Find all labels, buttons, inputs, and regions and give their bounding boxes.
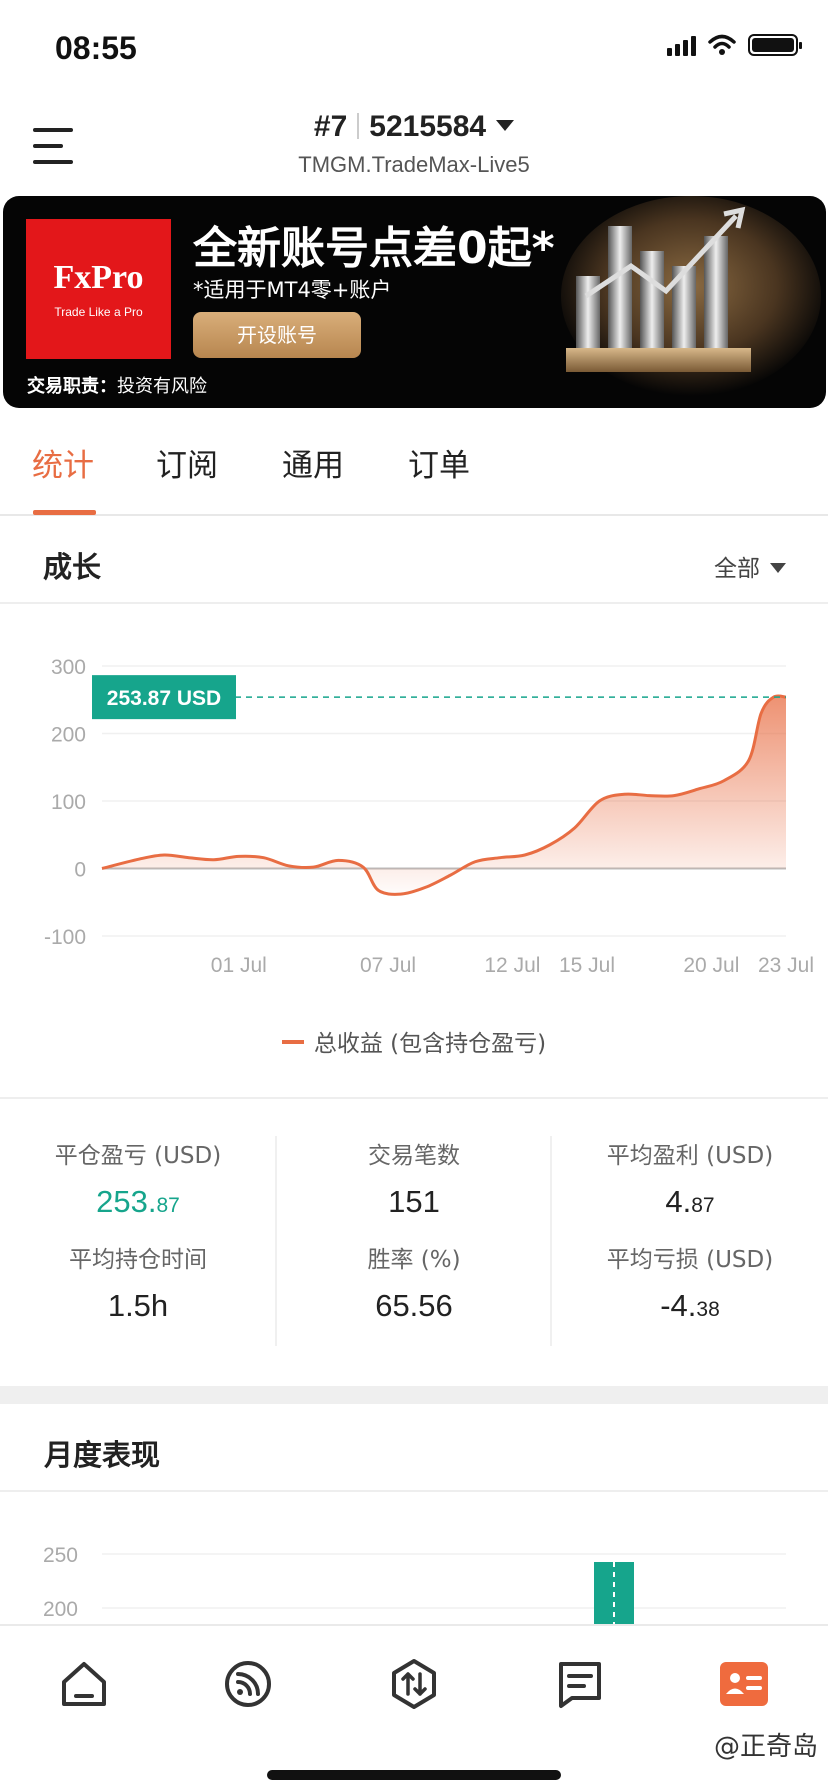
x-tick-label: 15 Jul xyxy=(559,954,615,977)
monthly-section-header: 月度表现 xyxy=(0,1404,828,1492)
x-tick-label: 07 Jul xyxy=(360,954,416,977)
current-value-label: 253.87 USD xyxy=(107,687,221,710)
account-number: 5215584 xyxy=(369,110,487,143)
caret-down-icon xyxy=(496,120,515,131)
y-tick-label: 200 xyxy=(51,724,86,747)
status-icons xyxy=(667,34,802,56)
tab-orders[interactable]: 订单 xyxy=(408,440,470,485)
x-tick-label: 01 Jul xyxy=(211,954,267,977)
banner-disclaimer: 交易职责：投资有风险 xyxy=(27,376,207,397)
stat-label: 平均亏损 (USD) xyxy=(606,1247,774,1273)
growth-title: 成长 xyxy=(43,550,102,584)
feed-icon[interactable] xyxy=(220,1656,276,1712)
stats-grid: 平仓盈亏 (USD) 253.87 交易笔数 151 平均盈利 (USD) 4.… xyxy=(0,1100,828,1386)
growth-chart: 300 200 100 0 -100 01 Jul 07 Jul 12 Jul 15 Jul 20… xyxy=(44,656,814,977)
growth-section-header: 成长 全部 xyxy=(0,516,828,604)
x-tick-label: 23 Jul xyxy=(758,954,814,977)
range-dropdown[interactable]: 全部 xyxy=(714,549,786,583)
bottom-nav: @正奇岛 xyxy=(0,1624,828,1792)
stat-closed-pnl: 平仓盈亏 (USD) 253.87 xyxy=(0,1136,276,1220)
stat-value: 1.5h xyxy=(107,1288,169,1323)
stat-value: 151 xyxy=(388,1184,440,1219)
open-account-button[interactable]: 开设账号 xyxy=(193,312,361,358)
y-tick-label: 200 xyxy=(43,1598,78,1621)
x-tick-label: 20 Jul xyxy=(683,954,739,977)
account-card-icon[interactable] xyxy=(716,1656,772,1712)
tab-subscribe[interactable]: 订阅 xyxy=(156,440,218,485)
stat-value: -4.38 xyxy=(660,1288,720,1323)
stat-label: 胜率 (%) xyxy=(367,1247,461,1273)
watermark: @正奇岛 xyxy=(713,1732,818,1762)
notes-icon[interactable] xyxy=(552,1656,608,1712)
stat-label: 平均持仓时间 xyxy=(69,1247,207,1273)
fxpro-logo: FxPro Trade Like a Pro xyxy=(26,219,171,359)
growth-chart-illustration xyxy=(561,196,821,396)
stat-avg-hold-time: 平均持仓时间 1.5h xyxy=(0,1240,276,1324)
stat-avg-loss: 平均亏损 (USD) -4.38 xyxy=(552,1240,828,1324)
stat-value: 65.56 xyxy=(375,1288,453,1323)
y-tick-label: -100 xyxy=(44,926,86,949)
y-tick-label: 0 xyxy=(74,859,86,882)
status-time: 08:55 xyxy=(55,30,137,66)
tab-general[interactable]: 通用 xyxy=(282,440,344,485)
x-tick-label: 12 Jul xyxy=(484,954,540,977)
status-bar: 08:55 xyxy=(0,0,828,100)
account-header: #7 5215584 TMGM.TradeMax-Live5 xyxy=(0,100,828,190)
banner-subtext: *适用于MT4零+账户 xyxy=(193,278,392,302)
divider xyxy=(0,1097,828,1099)
banner-headline: 全新账号点差0起* xyxy=(193,223,555,274)
battery-icon xyxy=(748,34,802,56)
caret-down-icon xyxy=(770,563,786,573)
home-indicator[interactable] xyxy=(267,1770,561,1780)
monthly-chart: 250 200 xyxy=(43,1544,786,1624)
home-icon[interactable] xyxy=(56,1656,112,1712)
account-prefix: #7 xyxy=(313,110,348,143)
stat-label: 平均盈利 (USD) xyxy=(606,1143,774,1169)
section-tabs: 统计 订阅 通用 订单 xyxy=(0,410,828,516)
stat-win-rate: 胜率 (%) 65.56 xyxy=(276,1240,552,1324)
legend-swatch xyxy=(281,1040,304,1044)
stat-label: 交易笔数 xyxy=(368,1143,460,1169)
account-selector[interactable]: #7 5215584 xyxy=(0,110,828,144)
y-tick-label: 250 xyxy=(43,1544,78,1567)
stat-value: 253.87 xyxy=(96,1184,180,1219)
stat-avg-profit: 平均盈利 (USD) 4.87 xyxy=(552,1136,828,1220)
monthly-title: 月度表现 xyxy=(44,1438,161,1472)
series-area xyxy=(102,695,786,895)
promo-banner[interactable]: FxPro Trade Like a Pro 全新账号点差0起* *适用于MT4… xyxy=(3,196,826,408)
y-tick-label: 300 xyxy=(51,656,86,679)
stat-trade-count: 交易笔数 151 xyxy=(276,1136,552,1220)
active-tab-indicator xyxy=(33,510,96,515)
chart-legend: 总收益 (包含持仓盈亏) xyxy=(0,1024,828,1058)
cellular-signal-icon xyxy=(667,34,696,56)
server-name: TMGM.TradeMax-Live5 xyxy=(298,152,530,177)
stat-value: 4.87 xyxy=(665,1184,715,1219)
y-tick-label: 100 xyxy=(51,791,86,814)
trade-icon[interactable] xyxy=(386,1656,442,1712)
tab-stats[interactable]: 统计 xyxy=(32,440,94,485)
section-separator xyxy=(0,1386,828,1404)
legend-label: 总收益 (包含持仓盈亏) xyxy=(313,1031,547,1057)
stat-label: 平仓盈亏 (USD) xyxy=(54,1143,222,1169)
wifi-icon xyxy=(708,34,736,55)
